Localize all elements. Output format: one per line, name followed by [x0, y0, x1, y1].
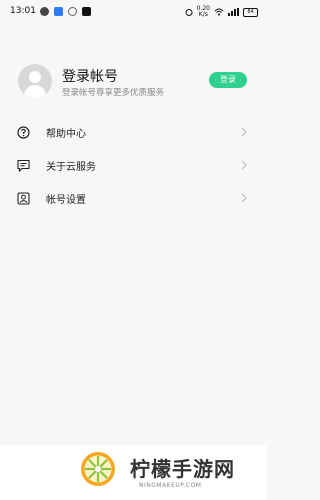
help-circle-icon — [17, 126, 30, 139]
battery-icon: 84 — [243, 7, 258, 17]
chevron-right-icon — [241, 193, 247, 203]
avatar-head — [29, 71, 41, 83]
message-square-icon — [17, 159, 30, 172]
lemon-slice-logo-icon — [81, 452, 115, 486]
circle-app-icon — [68, 7, 77, 16]
login-button[interactable]: 登录 — [209, 72, 247, 88]
tiktok-icon — [82, 7, 91, 16]
net-speed: 0.20 K/s — [197, 6, 210, 18]
net-speed-unit: K/s — [198, 11, 208, 18]
avatar-body — [24, 85, 46, 98]
watermark-banner: 柠檬手游网 NINGMAKEUP.COM — [0, 445, 266, 500]
menu-item-about-cloud-service[interactable]: 关于云服务 — [0, 149, 266, 182]
menu-item-label: 帐号设置 — [46, 195, 86, 206]
signal-icon — [228, 8, 239, 16]
settings-menu: 帮助中心 关于云服务 帐号设置 — [0, 116, 266, 215]
watermark-title: 柠檬手游网 — [130, 457, 235, 481]
wifi-icon — [214, 8, 224, 16]
wechat-icon — [40, 7, 49, 16]
alarm-icon — [185, 9, 193, 16]
watermark-subtitle: NINGMAKEUP.COM — [139, 482, 202, 489]
login-subtitle: 登录帐号尊享更多优质服务 — [62, 88, 165, 98]
chevron-right-icon — [241, 160, 247, 170]
account-card-icon — [17, 192, 30, 205]
status-bar: 13:01 0.20 K/s 84 — [0, 0, 266, 26]
menu-item-label: 关于云服务 — [46, 162, 96, 173]
login-title[interactable]: 登录帐号 — [62, 66, 118, 86]
profile-section: 登录帐号 登录帐号尊享更多优质服务 登录 — [18, 64, 250, 104]
app-notification-icon — [54, 7, 63, 16]
status-time: 13:01 — [10, 6, 36, 16]
system-icons: 0.20 K/s 84 — [185, 6, 258, 18]
chevron-right-icon — [241, 127, 247, 137]
menu-item-account-settings[interactable]: 帐号设置 — [0, 182, 266, 215]
notification-icons — [40, 7, 91, 16]
avatar[interactable] — [18, 64, 52, 98]
menu-item-label: 帮助中心 — [46, 129, 86, 140]
menu-item-help-center[interactable]: 帮助中心 — [0, 116, 266, 149]
